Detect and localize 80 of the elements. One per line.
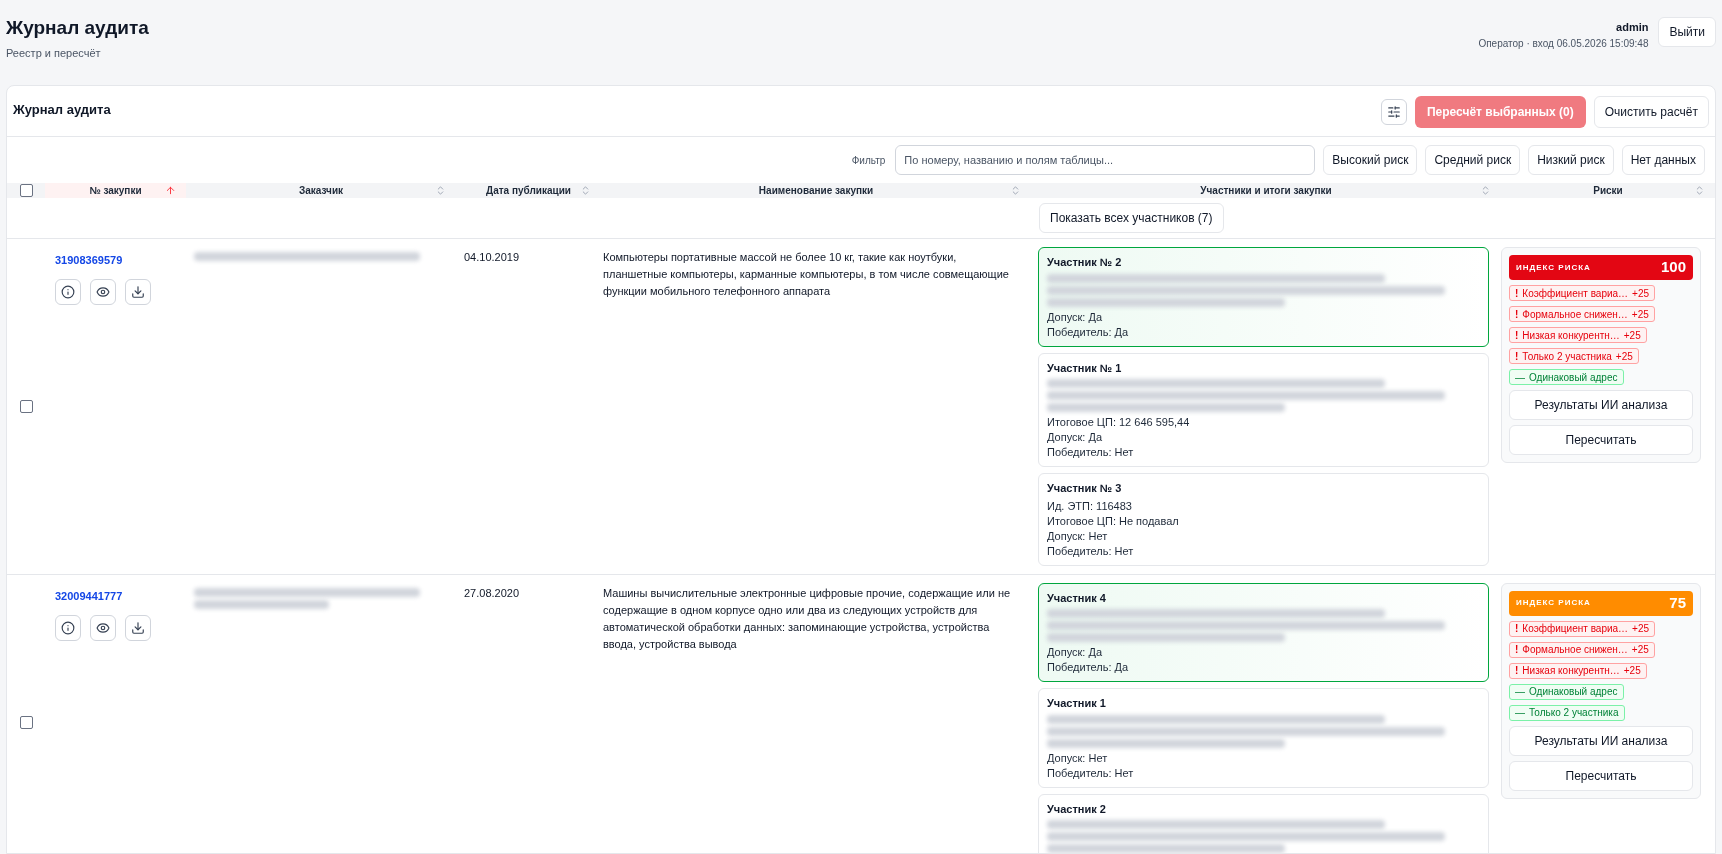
participant-detail: Допуск: Да bbox=[1047, 309, 1104, 325]
procurement-link[interactable]: 31908369579 bbox=[55, 254, 123, 266]
participant-detail: Допуск: Да bbox=[1047, 430, 1104, 445]
procurement-link[interactable]: 32009441777 bbox=[55, 589, 123, 602]
participant-detail: Победитель: Да bbox=[1047, 324, 1130, 340]
participant-title: Участник 2 bbox=[1047, 801, 1107, 817]
participant-detail: Победитель: Нет bbox=[1047, 765, 1135, 781]
info-button[interactable] bbox=[55, 279, 81, 305]
participant-detail: Допуск: Нет bbox=[1047, 750, 1109, 766]
column-header[interactable]: Дата публикации bbox=[486, 183, 571, 198]
participant-detail: Допуск: Да bbox=[1047, 645, 1104, 660]
show-all-participants-button[interactable]: Показать всех участников (7) bbox=[1039, 203, 1224, 233]
column-header[interactable]: Наименование закупки bbox=[758, 183, 874, 198]
settings-button[interactable] bbox=[1380, 99, 1407, 125]
publication-date: 27.08.2020 bbox=[463, 585, 521, 601]
participant-detail: Победитель: Нет bbox=[1047, 445, 1135, 460]
column-header[interactable]: Участники и итоги закупки bbox=[1200, 183, 1332, 198]
risk-tag: ! Формальное снижен… +25 bbox=[1509, 306, 1655, 322]
participant-detail: Победитель: Да bbox=[1047, 660, 1130, 675]
risk-index-label: ИНДЕКС РИСКА bbox=[1516, 261, 1591, 274]
participant-detail: Победитель: Нет bbox=[1047, 543, 1135, 559]
ai-results-button[interactable]: Результаты ИИ анализа bbox=[1509, 390, 1693, 420]
download-icon bbox=[131, 285, 145, 299]
participant-title: Участник № 3 bbox=[1047, 481, 1123, 496]
risk-tag: ! Низкая конкурентн… +25 bbox=[1509, 662, 1647, 679]
recalculate-button[interactable]: Пересчитать bbox=[1509, 760, 1693, 791]
column-header[interactable]: Заказчик bbox=[298, 183, 344, 198]
sort-ascending-icon[interactable] bbox=[165, 185, 176, 196]
logout-button[interactable]: Выйти bbox=[1658, 17, 1716, 47]
eye-icon bbox=[96, 285, 110, 299]
risk-tag: ! Формальное снижен… +25 bbox=[1509, 641, 1655, 658]
participant-title: Участник 1 bbox=[1047, 696, 1107, 711]
clear-calculation-button[interactable]: Очистить расчёт bbox=[1593, 96, 1709, 128]
checkbox[interactable] bbox=[19, 716, 33, 730]
checkbox[interactable] bbox=[19, 399, 33, 413]
procurement-name: Компьютеры портативные массой не более 10 кг, такие как ноутбуки, планшетные компьютеры, карманные компьютеры, в том числе совмещающие функции мобильного телефонного аппарата bbox=[603, 250, 1010, 299]
publication-date: 04.10.2019 bbox=[463, 250, 521, 265]
download-icon bbox=[131, 620, 145, 635]
procurement-name: Машины вычислительные электронные цифровые прочие, содержащие или не содержащие в одном корпусе одно или два из следующих устройств для автоматической обработки данных: запоминающие устройства, устройства ввода, устройства вывода bbox=[603, 585, 1012, 652]
risk-filter-chip[interactable]: Высокий риск bbox=[1323, 145, 1418, 175]
risk-tag: ! Только 2 участника +25 bbox=[1509, 348, 1639, 364]
info-button[interactable] bbox=[55, 614, 81, 641]
participant-detail: Итоговое ЦП: 12 646 595,44 bbox=[1047, 415, 1191, 430]
view-button[interactable] bbox=[90, 614, 116, 641]
passed-check-tag: — Одинаковый адрес bbox=[1509, 683, 1624, 700]
recalculate-button[interactable]: Пересчитать bbox=[1509, 425, 1693, 455]
participant-detail: Итоговое ЦП: Не подавал bbox=[1047, 513, 1180, 529]
risk-tag: ! Низкая конкурентн… +25 bbox=[1509, 327, 1647, 343]
passed-check-tag: — Одинаковый адрес bbox=[1509, 369, 1624, 385]
card-title: Журнал аудита bbox=[13, 101, 111, 119]
risk-filter-chip[interactable]: Средний риск bbox=[1425, 145, 1521, 175]
risk-index-label: ИНДЕКС РИСКА bbox=[1516, 597, 1591, 609]
view-button[interactable] bbox=[90, 279, 116, 305]
filter-field[interactable]: По номеру, названию и полям таблицы... bbox=[895, 145, 1316, 175]
risk-score: 100 bbox=[1660, 257, 1686, 278]
eye-icon bbox=[96, 620, 110, 635]
info-icon bbox=[61, 620, 75, 635]
participant-title: Участник 4 bbox=[1047, 590, 1107, 606]
ai-results-button[interactable]: Результаты ИИ анализа bbox=[1509, 725, 1693, 756]
participant-title: Участник № 2 bbox=[1047, 255, 1123, 270]
column-header[interactable]: Риски bbox=[1593, 183, 1623, 198]
download-button[interactable] bbox=[125, 279, 151, 305]
sliders-icon bbox=[1386, 105, 1401, 119]
user-name: admin bbox=[1615, 20, 1649, 35]
participant-title: Участник № 1 bbox=[1047, 360, 1123, 376]
page-title: Журнал аудита bbox=[6, 16, 149, 40]
risk-tag: ! Коэффициент вариа… +25 bbox=[1509, 620, 1656, 637]
page-subtitle: Реестр и пересчёт bbox=[6, 45, 102, 61]
session-info: Оператор · вход 06.05.2026 15:09:48 bbox=[1478, 36, 1649, 51]
participant-detail: Допуск: Нет bbox=[1047, 528, 1109, 544]
info-icon bbox=[61, 285, 75, 299]
risk-score: 75 bbox=[1669, 592, 1686, 613]
participant-detail: Ид. ЭТП: 116483 bbox=[1047, 498, 1133, 514]
risk-filter-chip[interactable]: Нет данных bbox=[1621, 145, 1705, 175]
checkbox[interactable] bbox=[19, 184, 33, 197]
risk-filter-chip[interactable]: Низкий риск bbox=[1528, 145, 1614, 175]
risk-tag: ! Коэффициент вариа… +25 bbox=[1509, 285, 1656, 301]
download-button[interactable] bbox=[125, 614, 151, 641]
filter-label: Фильтр bbox=[851, 153, 886, 168]
passed-check-tag: — Только 2 участника bbox=[1509, 704, 1625, 721]
